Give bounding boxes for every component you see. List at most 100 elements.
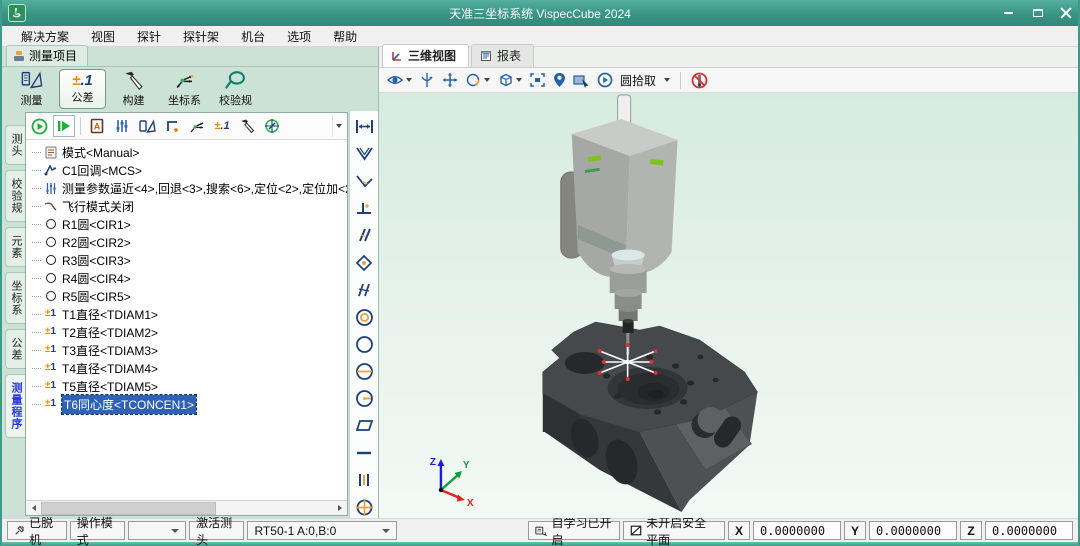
position-diamond-icon[interactable]	[354, 252, 375, 273]
select-element-button[interactable]	[573, 73, 590, 88]
maximize-button[interactable]	[1030, 6, 1046, 20]
construct-small-button[interactable]	[236, 115, 258, 137]
side-tab-element[interactable]: 元素	[5, 227, 25, 267]
orbit-view-button[interactable]	[465, 72, 490, 88]
active-probe-select[interactable]: RT50-1 A:0,B:0	[247, 521, 397, 540]
side-tab-measure-program[interactable]: 测量程序	[5, 374, 25, 438]
no-safety-plane-icon	[630, 524, 642, 537]
symmetry-icon[interactable]	[354, 470, 375, 491]
menu-solution[interactable]: 解决方案	[10, 26, 80, 47]
ribbon-construct-button[interactable]: 构建	[110, 69, 157, 109]
flatness-icon[interactable]	[354, 416, 375, 437]
ribbon-tolerance-button[interactable]: ±.1 公差	[59, 69, 106, 109]
tree-toolbar: A	[26, 113, 347, 140]
measure-item-button[interactable]	[136, 115, 158, 137]
menu-options[interactable]: 选项	[276, 26, 322, 47]
axis-triad: Z Y X	[430, 457, 474, 509]
tree-row-tdiam3[interactable]: ±1 T3直径<TDIAM3>	[32, 341, 347, 359]
side-tab-tolerance[interactable]: 公差	[5, 329, 25, 369]
ribbon-coordinate-button[interactable]: 坐标系	[161, 69, 208, 109]
tree-horizontal-scrollbar[interactable]	[26, 500, 347, 515]
dropdown-caret	[484, 78, 490, 82]
distance-icon[interactable]	[354, 116, 375, 137]
tree-row-cir5[interactable]: R5圆<CIR5>	[32, 287, 347, 305]
tree-row-cir3[interactable]: R3圆<CIR3>	[32, 251, 347, 269]
menu-machine[interactable]: 机台	[230, 26, 276, 47]
no-collision-icon	[691, 72, 708, 89]
tree-row-tdiam1[interactable]: ±1 T1直径<TDIAM1>	[32, 305, 347, 323]
roundness-icon[interactable]	[354, 334, 375, 355]
locate-button[interactable]	[553, 72, 566, 88]
fit-screen-icon	[529, 72, 546, 88]
gauge-small-button[interactable]	[261, 115, 283, 137]
menu-probe[interactable]: 探针	[126, 26, 172, 47]
tree-row-tdiam4[interactable]: ±1 T4直径<TDIAM4>	[32, 359, 347, 377]
menu-view[interactable]: 视图	[80, 26, 126, 47]
self-learn-icon	[535, 525, 547, 537]
tab-3d-view[interactable]: 三维视图	[382, 44, 469, 67]
tree-row-cir2[interactable]: R2圆<CIR2>	[32, 233, 347, 251]
workpiece	[543, 322, 758, 512]
parallelism-icon[interactable]	[354, 225, 375, 246]
tree-row-params[interactable]: 测量参数逼近<4>,回退<3>,搜索<6>,定位<2>,定位加<2>,测	[32, 179, 347, 197]
fit-view-button[interactable]	[529, 72, 546, 88]
tree-row-recall[interactable]: C1回调<MCS>	[32, 161, 347, 179]
pick-mode-dropdown[interactable]: 圆拾取	[620, 72, 670, 89]
diameter-icon[interactable]	[354, 361, 375, 382]
tree-row-tdiam2[interactable]: ±1 T2直径<TDIAM2>	[32, 323, 347, 341]
tree-row-mode[interactable]: 模式<Manual>	[32, 143, 347, 161]
close-button[interactable]	[1060, 7, 1072, 19]
concentricity-icon[interactable]	[354, 307, 375, 328]
axis-x-label: X	[467, 498, 474, 509]
menu-probe-rack[interactable]: 探针架	[172, 26, 230, 47]
straightness-icon[interactable]	[354, 443, 375, 464]
operation-mode-select[interactable]	[128, 521, 186, 540]
tree-row-tconcen1[interactable]: ±1 T6同心度<TCONCEN1>	[32, 395, 347, 413]
3d-scene: Z Y X	[379, 93, 1078, 518]
pan-view-button[interactable]	[442, 72, 458, 88]
measure-params-button[interactable]	[111, 115, 133, 137]
tab-measure-project[interactable]: 测量项目	[6, 45, 88, 66]
axis-z-label: Z	[430, 457, 436, 468]
ribbon-gauge-button[interactable]: 校验规	[212, 69, 259, 109]
tree-row-fly-mode[interactable]: 飞行模式关闭	[32, 197, 347, 215]
tolerance-small-icon: ±.1	[214, 121, 229, 132]
tree-row-cir4[interactable]: R4圆<CIR4>	[32, 269, 347, 287]
probe-head	[561, 95, 678, 355]
cone-angle-icon[interactable]	[354, 143, 375, 164]
true-position-icon[interactable]	[354, 497, 375, 518]
tolerance-small-button[interactable]: ±.1	[211, 115, 233, 137]
standard-views-button[interactable]	[497, 72, 522, 88]
step-run-button[interactable]	[53, 115, 75, 137]
rotate-view-button[interactable]	[419, 72, 435, 88]
radius-icon[interactable]	[354, 388, 375, 409]
element-button[interactable]	[161, 115, 183, 137]
toolbar-overflow-button[interactable]	[332, 115, 345, 137]
collision-disabled-button[interactable]	[691, 72, 708, 89]
scrollbar-thumb[interactable]	[41, 502, 216, 515]
toolbar-separator	[80, 117, 81, 135]
menu-help[interactable]: 帮助	[322, 26, 368, 47]
circle-feature-icon	[43, 253, 58, 267]
tab-report[interactable]: 报表	[471, 44, 534, 67]
side-tab-probe[interactable]: 测头	[5, 125, 25, 165]
program-mode-button[interactable]: A	[86, 115, 108, 137]
scroll-right-button[interactable]	[332, 501, 347, 515]
angularity-icon[interactable]	[354, 279, 375, 300]
coordinate-small-button[interactable]	[186, 115, 208, 137]
run-program-button[interactable]	[28, 115, 50, 137]
3d-viewport[interactable]: Z Y X	[379, 93, 1078, 518]
coord-z-label: Z	[960, 521, 982, 540]
minimize-button[interactable]	[1000, 6, 1016, 20]
view-toolbar: 圆拾取	[379, 68, 1078, 93]
auto-pick-button[interactable]	[597, 72, 613, 88]
tree-row-cir1[interactable]: R1圆<CIR1>	[32, 215, 347, 233]
visibility-button[interactable]	[386, 73, 412, 87]
rotate-icon	[419, 72, 435, 88]
tree-row-tdiam5[interactable]: ±1 T5直径<TDIAM5>	[32, 377, 347, 395]
side-tab-gauge[interactable]: 校验规	[5, 170, 25, 222]
perpendicularity-icon[interactable]	[354, 198, 375, 219]
side-tab-coordinate[interactable]: 坐标系	[5, 272, 25, 324]
ribbon-measure-button[interactable]: 测量	[8, 69, 55, 109]
angle-icon[interactable]	[354, 170, 375, 191]
